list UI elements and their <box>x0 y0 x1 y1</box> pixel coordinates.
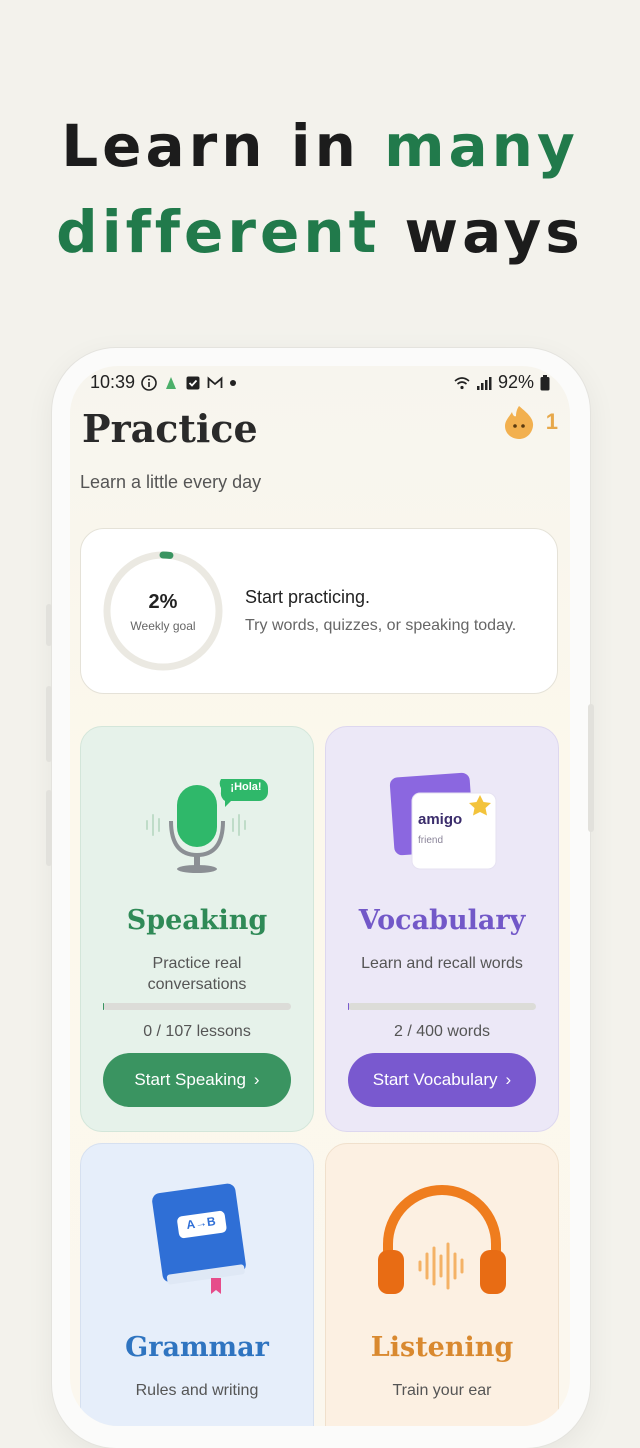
start-vocabulary-button[interactable]: Start Vocabulary › <box>348 1053 536 1107</box>
start-vocabulary-label: Start Vocabulary <box>372 1070 498 1089</box>
phone-screen: 10:39 92% Practice Learn a little every … <box>70 366 570 1426</box>
headline-accent-1: many <box>384 112 579 180</box>
headline-plain-1: Learn in <box>61 112 385 180</box>
phone-power-button <box>588 704 594 832</box>
weekly-goal-percent: 2% <box>148 591 178 613</box>
status-bar: 10:39 92% <box>90 372 550 394</box>
start-speaking-label: Start Speaking <box>134 1070 246 1089</box>
weekly-goal-card[interactable]: 2% Weekly goal Start practicing. Try wor… <box>80 528 558 694</box>
dot-icon <box>230 379 237 386</box>
wifi-icon <box>454 376 470 389</box>
microphone-icon <box>146 779 268 873</box>
listening-card[interactable]: Listening Train your ear <box>325 1143 559 1426</box>
headline-plain-2: ways <box>380 198 584 266</box>
flashcard-word: amigo <box>418 811 463 828</box>
flashcard-translation: friend <box>418 835 444 846</box>
speaking-description: Practice real conversations <box>147 955 247 993</box>
grammar-title: Grammar <box>125 1332 269 1363</box>
goal-title: Start practicing. <box>245 587 371 607</box>
streak-flame-icon <box>504 406 533 439</box>
grammar-description: Rules and writing <box>135 1382 259 1399</box>
speaking-lesson-count: 0 / 107 lessons <box>143 1023 251 1040</box>
grammar-card[interactable]: A→B Grammar Rules and writing <box>80 1143 314 1426</box>
streak-counter[interactable]: 1 <box>502 404 558 440</box>
battery-percent: 92% <box>497 372 534 392</box>
grammar-book-icon <box>152 1183 246 1294</box>
vocabulary-word-count: 2 / 400 words <box>393 1023 491 1040</box>
listening-title: Listening <box>370 1332 514 1363</box>
status-time: 10:39 <box>90 372 136 392</box>
speaking-progress-bar <box>103 1003 291 1010</box>
chevron-right-icon: › <box>505 1070 512 1089</box>
vocabulary-description: Learn and recall words <box>361 955 523 972</box>
speaking-card[interactable]: ¡Hola! Speaking Practice real conversati… <box>80 726 314 1132</box>
phone-side-button <box>46 604 52 646</box>
headline-line-1: Learn in many <box>0 112 640 180</box>
page-title: Practice <box>82 406 258 451</box>
speaking-title: Speaking <box>126 905 268 936</box>
listening-description: Train your ear <box>392 1382 492 1399</box>
vocabulary-title: Vocabulary <box>358 905 526 936</box>
vocabulary-card[interactable]: amigo friend Vocabulary Learn and recall… <box>325 726 559 1132</box>
streak-count: 1 <box>545 409 558 434</box>
hola-bubble-text: ¡Hola! <box>230 781 262 793</box>
chevron-right-icon: › <box>253 1070 260 1089</box>
phone-side-button <box>46 686 52 762</box>
vocabulary-progress-bar <box>348 1003 536 1010</box>
check-icon <box>186 376 200 389</box>
goal-subtitle: Try words, quizzes, or speaking today. <box>245 617 517 634</box>
info-icon <box>141 374 157 391</box>
start-speaking-button[interactable]: Start Speaking › <box>103 1053 291 1107</box>
gmail-icon <box>207 376 223 388</box>
headline-accent-2: different <box>56 198 381 266</box>
phone-side-button <box>46 790 52 866</box>
signal-icon <box>476 376 492 390</box>
battery-icon <box>540 374 550 390</box>
headphones-icon <box>378 1185 506 1294</box>
headline-line-2: different ways <box>0 198 640 266</box>
app-icon <box>166 376 177 389</box>
page-subtitle: Learn a little every day <box>80 472 262 492</box>
weekly-goal-label: Weekly goal <box>130 619 196 633</box>
